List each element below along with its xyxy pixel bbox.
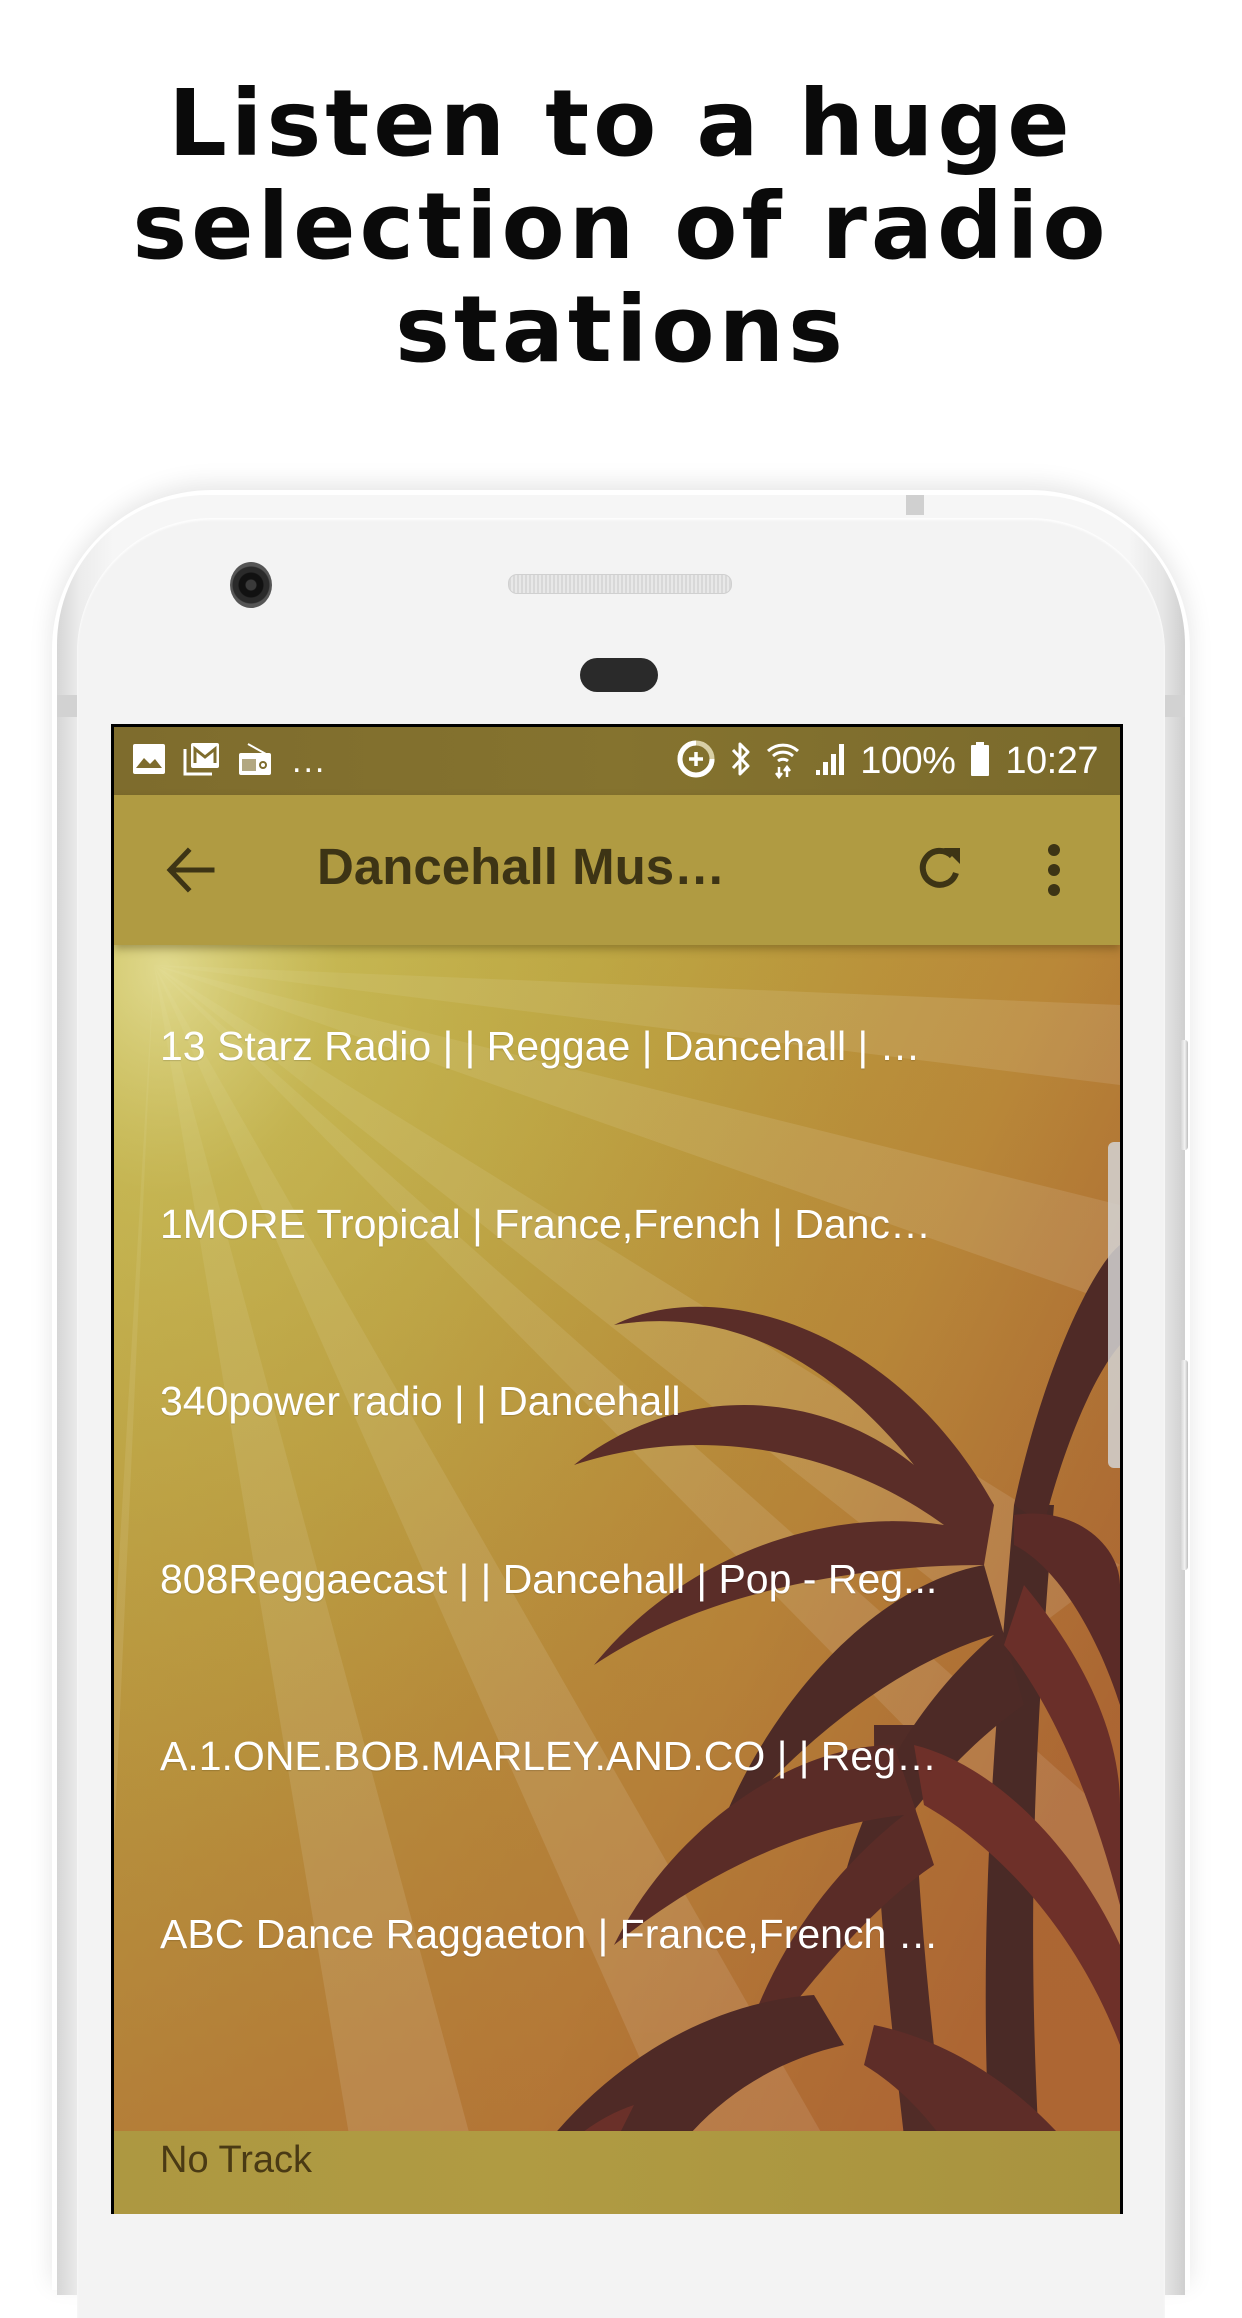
station-list-area: 13 Starz Radio | | Reggae | Dancehall | …: [114, 945, 1120, 2131]
signal-icon: [814, 742, 846, 780]
station-list-item[interactable]: 808Reggaecast | | Dancehall | Pop - Reg.…: [160, 1556, 940, 1626]
bluetooth-icon: [730, 740, 752, 782]
system-icons: 100% 10:27: [676, 737, 1098, 785]
promo-headline: Listen to a huge selection of radio stat…: [0, 72, 1242, 381]
gmail-icon: [182, 741, 222, 781]
now-playing-text: No Track: [160, 2139, 313, 2181]
refresh-icon: [919, 847, 960, 888]
radio-icon: [238, 742, 272, 780]
antenna-line: [906, 495, 924, 515]
now-playing-bar[interactable]: No Track: [114, 2131, 1120, 2214]
gallery-icon: [132, 742, 166, 780]
refresh-button[interactable]: [914, 843, 968, 897]
station-list-item[interactable]: ABC Dance Raggaeton | France,French |...: [160, 1911, 940, 1981]
overflow-menu-button[interactable]: [1036, 841, 1072, 899]
more-notifications: ...: [292, 741, 327, 780]
back-button[interactable]: [164, 845, 220, 895]
app-screen: ... 100% 10:27 Dancehall Music 13 Starz …: [114, 727, 1120, 2214]
station-list-item[interactable]: 340power radio | | Dancehall: [160, 1378, 940, 1448]
front-camera: [230, 562, 272, 608]
headline-line-2: selection of radio: [132, 173, 1110, 280]
station-list-item[interactable]: 1MORE Tropical | France,French | Dance..…: [160, 1201, 940, 1271]
notification-icons: ...: [132, 741, 326, 781]
app-toolbar: Dancehall Music Radio: [114, 795, 1120, 945]
battery-percent: 100%: [860, 739, 956, 782]
battery-icon: [969, 741, 991, 781]
arrow-left-icon: [166, 847, 215, 893]
phone-screen: ... 100% 10:27 Dancehall Music 13 Starz …: [111, 724, 1123, 2214]
station-list-item[interactable]: A.1.ONE.BOB.MARLEY.AND.CO | | Regga...: [160, 1733, 940, 1803]
more-vert-icon: [1048, 844, 1060, 896]
antenna-line: [57, 695, 77, 717]
power-button: [1180, 1040, 1188, 1150]
antenna-line: [1165, 695, 1185, 717]
headline-line-1: Listen to a huge: [168, 70, 1074, 177]
proximity-sensor: [580, 658, 658, 692]
clock: 10:27: [1005, 739, 1098, 782]
earpiece-speaker: [508, 574, 732, 594]
data-saver-icon: [676, 739, 716, 783]
volume-button: [1180, 1360, 1188, 1570]
headline-line-3: stations: [395, 276, 847, 383]
station-list-item[interactable]: 13 Starz Radio | | Reggae | Dancehall | …: [160, 1023, 940, 1093]
list-scrollbar[interactable]: [1108, 1142, 1120, 1468]
status-bar: ... 100% 10:27: [114, 727, 1120, 795]
wifi-icon: [766, 739, 800, 783]
toolbar-title: Dancehall Music Radio: [317, 838, 737, 895]
